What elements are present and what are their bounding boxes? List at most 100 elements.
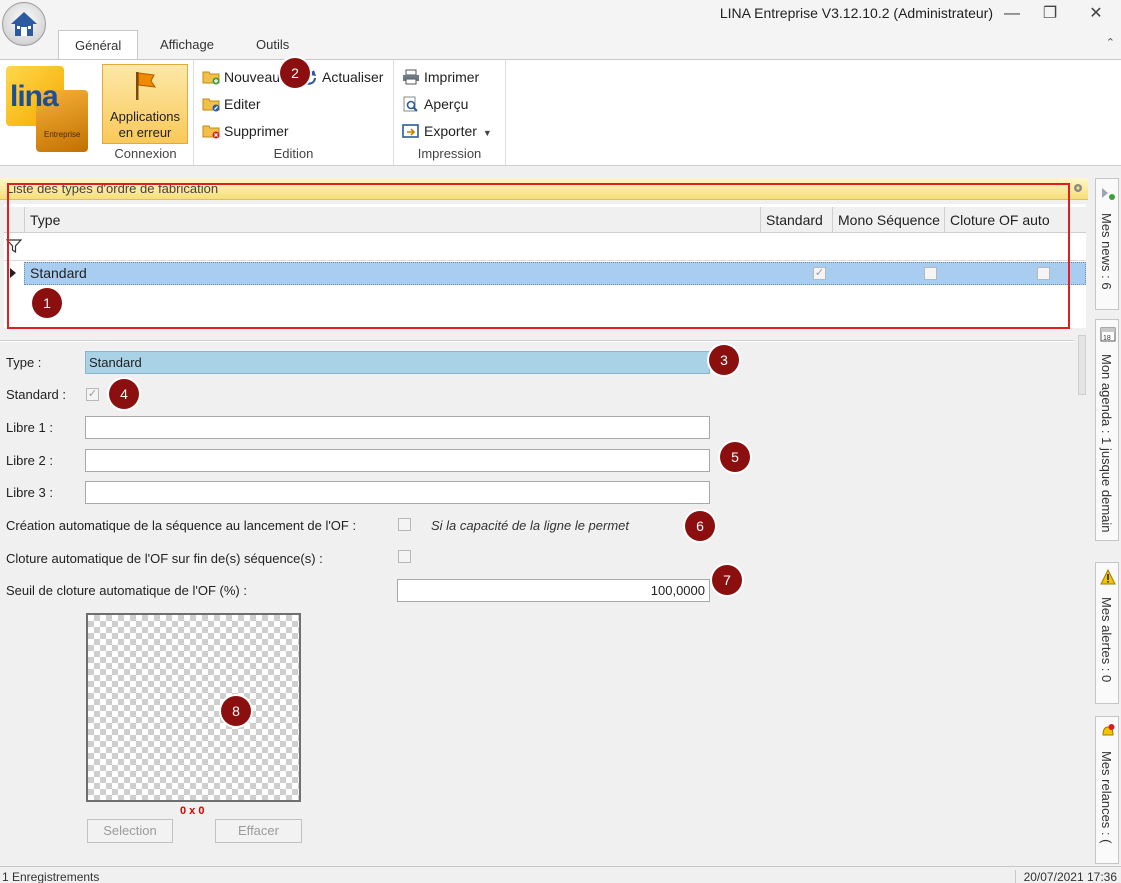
creation-auto-label: Création automatique de la séquence au l… (6, 518, 357, 533)
image-dimensions: 0 x 0 (180, 805, 205, 817)
filter-icon (6, 239, 22, 253)
callout-badge-6: 6 (685, 511, 715, 541)
cell-type: Standard (30, 265, 87, 281)
standard-label: Standard : (6, 387, 66, 402)
tab-outils[interactable]: Outils (240, 30, 305, 59)
callout-badge-8: 8 (221, 696, 251, 726)
callout-badge-1: 1 (32, 288, 62, 318)
status-datetime: 20/07/2021 17:36 (1014, 870, 1117, 883)
list-title: Liste des types d'ordre de fabrication (6, 181, 219, 196)
group-impression: Imprimer Aperçu Exporter ▼ Impression (394, 60, 506, 165)
supprimer-button[interactable]: Supprimer (200, 120, 289, 142)
libre2-field[interactable] (85, 449, 710, 472)
reminder-icon (1102, 724, 1115, 736)
new-folder-icon (202, 71, 220, 85)
list-panel-header: Liste des types d'ordre de fabrication (0, 178, 1088, 200)
group-connexion: Applications en erreur Connexion (98, 60, 194, 165)
imprimer-button[interactable]: Imprimer (400, 66, 479, 88)
cell-cloture-of-auto-checkbox[interactable] (1037, 267, 1050, 280)
flag-icon (136, 72, 157, 100)
preview-icon (403, 96, 418, 112)
callout-badge-4: 4 (109, 379, 139, 409)
callout-badge-7: 7 (712, 565, 742, 595)
delete-icon (202, 125, 220, 139)
home-icon (11, 12, 37, 36)
cloture-auto-label: Cloture automatique de l'OF sur fin de(s… (6, 551, 323, 566)
relances-label: Mes relances : ( (1099, 751, 1114, 844)
nouveau-button[interactable]: Nouveau (200, 66, 280, 88)
records-count: 1 Enregistrements (2, 870, 100, 883)
ribbon: lina Entreprise Applications en erreur C… (0, 59, 1121, 166)
standard-checkbox[interactable]: ✓ (86, 388, 99, 401)
libre1-label: Libre 1 : (6, 420, 53, 435)
app-menu-button[interactable] (2, 2, 46, 46)
column-mono-sequence[interactable]: Mono Séquence (832, 207, 944, 233)
libre3-field[interactable] (85, 481, 710, 504)
image-preview[interactable] (86, 613, 301, 802)
exporter-button[interactable]: Exporter ▼ (400, 120, 492, 142)
callout-badge-5: 5 (720, 442, 750, 472)
editer-button[interactable]: Editer (200, 93, 261, 115)
column-type[interactable]: Type (24, 207, 760, 233)
status-bar: 1 Enregistrements 20/07/2021 17:36 (0, 866, 1121, 883)
lina-logo: lina Entreprise (6, 66, 88, 154)
group-connexion-label: Connexion (114, 146, 177, 161)
calendar-icon: 18 (1100, 327, 1116, 342)
column-cloture-of-auto[interactable]: Cloture OF auto (944, 207, 1086, 233)
cell-standard-checkbox[interactable]: ✓ (813, 267, 826, 280)
tab-affichage[interactable]: Affichage (144, 30, 230, 59)
svg-text:18: 18 (1103, 335, 1111, 342)
seuil-field[interactable]: 100,0000 (397, 579, 710, 602)
export-icon (402, 124, 419, 138)
creation-auto-checkbox[interactable] (398, 518, 411, 531)
type-field[interactable]: Standard (85, 351, 710, 374)
ribbon-tabs: Général Affichage Outils (0, 30, 1121, 60)
libre2-label: Libre 2 : (6, 453, 53, 468)
restore-button[interactable]: ❐ (1037, 4, 1063, 24)
selection-button[interactable]: Selection (87, 819, 173, 843)
side-panel: Mes news : 6 18 Mon agenda : 1 jusque de… (1093, 176, 1121, 866)
window-title: LINA Entreprise V3.12.10.2 (Administrate… (719, 5, 993, 21)
edit-icon (202, 98, 220, 112)
apercu-button[interactable]: Aperçu (400, 93, 468, 115)
callout-badge-3: 3 (709, 345, 739, 375)
cell-mono-sequence-checkbox[interactable] (924, 267, 937, 280)
minimize-button[interactable]: — (999, 4, 1025, 24)
agenda-label: Mon agenda : 1 jusque demain (1099, 354, 1114, 533)
callout-badge-2: 2 (280, 58, 310, 88)
tab-general[interactable]: Général (58, 30, 139, 60)
alert-icon (1100, 569, 1116, 585)
close-icon: ✕ (1089, 5, 1103, 22)
cloture-auto-checkbox[interactable] (398, 550, 411, 563)
alertes-label: Mes alertes : 0 (1099, 597, 1114, 683)
splitter[interactable] (0, 340, 1074, 342)
table-row[interactable]: Standard ✓ (4, 262, 1086, 285)
seuil-label: Seuil de cloture automatique de l'OF (%)… (6, 583, 247, 598)
printer-icon (403, 69, 419, 85)
effacer-button[interactable]: Effacer (215, 819, 302, 843)
libre1-field[interactable] (85, 416, 710, 439)
creation-auto-hint: Si la capacité de la ligne le permet (431, 518, 630, 533)
news-icon (1102, 188, 1115, 200)
column-standard[interactable]: Standard (760, 207, 832, 233)
grid-header: Type Standard Mono Séquence Cloture OF a… (4, 207, 1086, 233)
libre3-label: Libre 3 : (6, 485, 53, 500)
restore-icon: ❐ (1042, 5, 1058, 22)
title-bar: LINA Entreprise V3.12.10.2 (Administrate… (0, 0, 1121, 30)
side-tab-agenda[interactable]: 18 Mon agenda : 1 jusque demain (1095, 319, 1119, 541)
applications-en-erreur-label: Applications en erreur (109, 109, 181, 140)
exporter-dropdown-icon[interactable]: ▼ (483, 128, 492, 138)
side-tab-alertes[interactable]: Mes alertes : 0 (1095, 562, 1119, 704)
scrollbar[interactable] (1078, 335, 1086, 395)
actualiser-button[interactable]: Actualiser (298, 66, 383, 88)
filter-row[interactable] (4, 233, 1086, 261)
panel-settings-icon[interactable] (1072, 182, 1084, 194)
side-tab-news[interactable]: Mes news : 6 (1095, 178, 1119, 310)
ribbon-collapse-icon[interactable]: ⌃ (1106, 36, 1115, 49)
applications-en-erreur-button[interactable]: Applications en erreur (102, 64, 188, 144)
group-edition-label: Edition (273, 146, 314, 161)
side-tab-relances[interactable]: Mes relances : ( (1095, 716, 1119, 864)
close-button[interactable]: ✕ (1083, 4, 1109, 24)
minimize-icon: — (1004, 5, 1020, 22)
types-grid: Type Standard Mono Séquence Cloture OF a… (4, 204, 1086, 328)
